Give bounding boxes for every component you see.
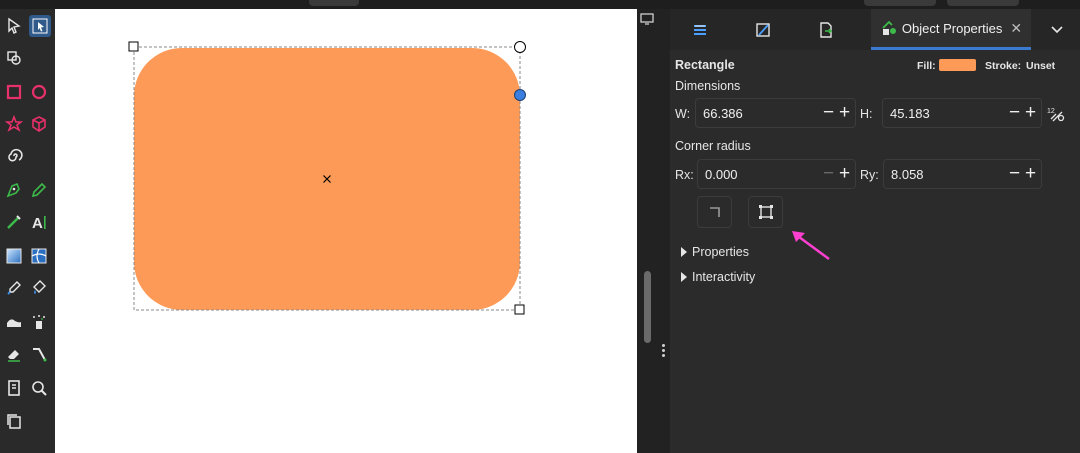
object-properties-panel: Object Properties ✕ Rectangle Fill: Stro… [670,9,1080,453]
pencil-tool-icon[interactable] [29,180,49,200]
fill-label: Fill: [917,60,936,72]
expand-triangle-icon [681,272,687,282]
interactivity-label: Interactivity [692,270,756,284]
properties-label: Properties [692,245,749,259]
tab-export[interactable] [796,9,856,50]
dock-separator[interactable] [637,9,670,453]
corner-radius-label: Corner radius [675,139,751,153]
rx-increment[interactable]: + [839,163,850,185]
rx-value: 0.000 [705,167,738,182]
annotation-arrow [792,231,830,261]
height-spinbox[interactable]: 45.183 − + [882,98,1042,128]
sharp-corner-icon [709,207,720,217]
canvas[interactable] [55,9,637,453]
pages-tool-icon[interactable] [4,378,24,398]
rx-spinbox[interactable]: 0.000 − + [697,159,856,189]
spray-tool-icon[interactable] [29,312,49,332]
interactivity-expander[interactable]: Interactivity [681,270,755,284]
measure-tool-icon[interactable] [4,411,24,431]
dimensions-label: Dimensions [675,79,741,93]
rx-label: Rx: [675,168,694,182]
close-tab-icon[interactable]: ✕ [1010,20,1022,37]
fill-swatch[interactable] [939,59,976,71]
width-increment[interactable]: + [839,102,850,124]
tabs-overflow-button[interactable] [1034,9,1080,50]
ellipse-tool-icon[interactable] [29,82,49,102]
drag-handle-icon[interactable] [662,344,666,357]
properties-expander[interactable]: Properties [681,245,749,259]
mesh-tool-icon[interactable] [29,246,49,266]
chevron-down-icon [1051,25,1063,33]
tab-fill-stroke[interactable] [733,9,793,50]
toolbox: A [0,9,55,453]
remove-transforms-button[interactable] [748,196,783,228]
make-corners-sharp-button[interactable] [697,196,732,228]
zoom-tool-icon[interactable] [29,378,49,398]
height-label: H: [860,107,873,121]
tweak-tool-icon[interactable] [4,48,24,68]
ry-increment[interactable]: + [1025,163,1036,185]
paint-bucket-tool-icon[interactable] [29,278,49,298]
width-value: 66.386 [703,106,743,121]
object-properties-icon [882,20,896,35]
height-value: 45.183 [890,106,930,121]
width-label: W: [675,107,691,121]
ry-value: 8.058 [891,167,924,182]
tweak-objects-tool-icon[interactable] [4,312,24,332]
scrollbar-thumb[interactable] [644,271,651,343]
svg-text:A: A [32,215,43,231]
rx-decrement: − [823,163,835,184]
bounding-box-icon [758,205,773,219]
ry-spinbox[interactable]: 8.058 − + [883,159,1042,189]
height-decrement[interactable]: − [1009,102,1020,124]
dock-tabs: Object Properties ✕ [670,9,1080,50]
stroke-value: Unset [1026,60,1056,72]
calligraphy-tool-icon[interactable] [4,212,24,232]
display-icon[interactable] [640,12,654,26]
rectangle-tool-icon[interactable] [4,82,24,102]
spiral-tool-icon[interactable] [4,146,24,166]
ry-label: Ry: [860,168,879,182]
tab-layers[interactable] [670,9,730,50]
text-tool-icon[interactable]: A [29,212,49,232]
node-tool-icon[interactable] [29,15,51,37]
width-decrement[interactable]: − [823,102,834,124]
connector-tool-icon[interactable] [29,344,49,364]
3d-box-tool-icon[interactable] [29,114,49,134]
stroke-label: Stroke: [985,60,1022,72]
resize-handle-bottom-right[interactable] [514,304,525,315]
top-toolbar [0,0,1080,9]
svg-text:12: 12 [1047,108,1055,115]
export-icon [820,21,833,38]
expand-triangle-icon [681,247,687,257]
star-tool-icon[interactable] [4,114,24,134]
tab-label: Object Properties [901,20,1003,36]
width-spinbox[interactable]: 66.386 − + [695,98,856,128]
eraser-tool-icon[interactable] [4,344,24,364]
layers-icon [694,24,706,35]
dropper-tool-icon[interactable] [4,278,24,298]
height-increment[interactable]: + [1025,102,1036,124]
pen-tool-icon[interactable] [4,180,24,200]
toolbar-button[interactable] [947,0,1019,6]
selector-tool-icon[interactable] [4,16,24,36]
ry-decrement[interactable]: − [1009,163,1020,185]
rounding-handle[interactable] [514,89,526,101]
gradient-tool-icon[interactable] [4,246,24,266]
toolbar-button[interactable] [309,0,359,6]
tab-object-properties[interactable]: Object Properties ✕ [871,9,1031,50]
resize-handle-top-left[interactable] [128,41,139,52]
toolbar-button[interactable] [864,0,936,6]
object-type-label: Rectangle [675,58,735,72]
fill-stroke-icon [756,22,770,37]
lock-ratio-icon[interactable]: 12 [1047,105,1067,123]
corner-radius-handle[interactable] [514,41,526,53]
